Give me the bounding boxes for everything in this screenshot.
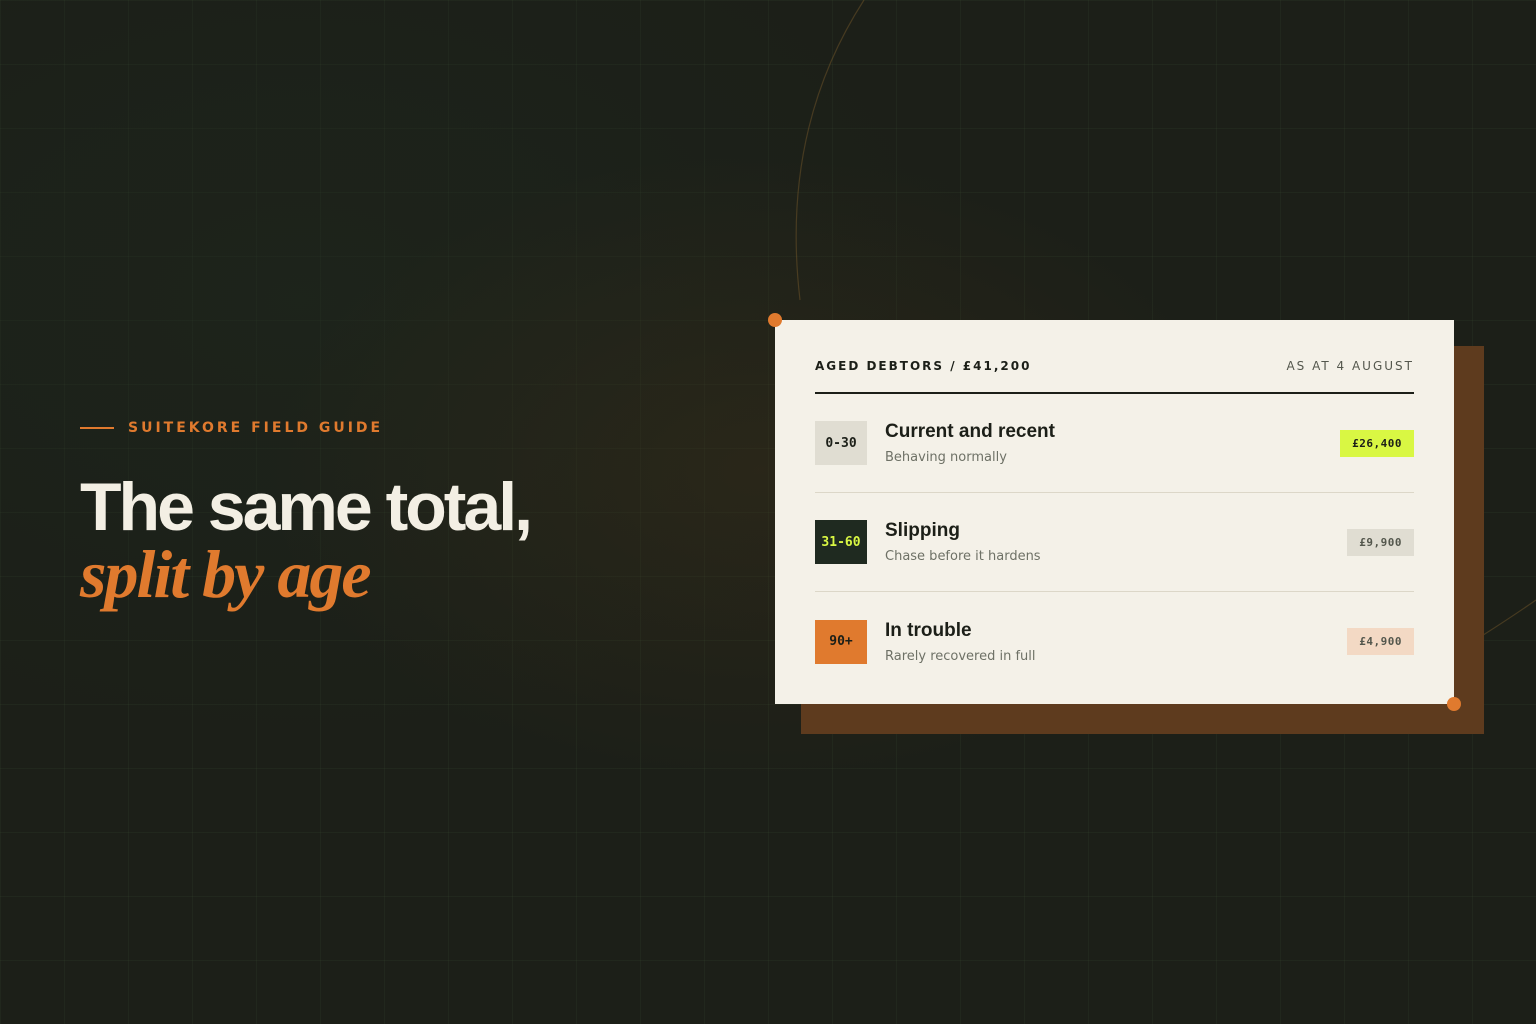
headline: The same total, split by age	[80, 469, 680, 612]
amount-badge: £4,900	[1347, 628, 1414, 655]
age-bucket-chip: 0-30	[815, 421, 867, 465]
amount-badge: £9,900	[1347, 528, 1414, 556]
debtor-row: 90+ In trouble Rarely recovered in full …	[815, 592, 1414, 691]
corner-dot-top-left	[768, 313, 782, 327]
hero-section: SUITEKORE FIELD GUIDE The same total, sp…	[80, 420, 680, 608]
amount-badge: £26,400	[1340, 429, 1414, 457]
card-title: AGED DEBTORS / £41,200	[815, 359, 1032, 373]
row-text: Current and recent Behaving normally	[885, 421, 1340, 465]
row-subtitle: Behaving normally	[885, 450, 1007, 465]
corner-dot-bottom-right	[1447, 697, 1461, 711]
aged-debtors-card: AGED DEBTORS / £41,200 AS AT 4 AUGUST 0-…	[775, 320, 1454, 704]
row-label: Current and recent	[885, 421, 1055, 442]
debtor-row: 31-60 Slipping Chase before it hardens £…	[815, 493, 1414, 592]
row-text: Slipping Chase before it hardens	[885, 520, 1347, 564]
row-subtitle: Rarely recovered in full	[885, 648, 1036, 664]
headline-line-2: split by age	[80, 536, 372, 612]
eyebrow-rule	[80, 427, 114, 429]
card-date: AS AT 4 AUGUST	[1286, 359, 1414, 373]
debtor-row: 0-30 Current and recent Behaving normall…	[815, 394, 1414, 493]
age-bucket-chip: 90+	[815, 619, 867, 664]
eyebrow-text: SUITEKORE FIELD GUIDE	[128, 420, 384, 436]
headline-line-1: The same total,	[80, 469, 533, 545]
row-label: In trouble	[885, 619, 972, 641]
row-text: In trouble Rarely recovered in full	[885, 620, 1347, 664]
age-bucket-chip: 31-60	[815, 520, 867, 564]
card-header: AGED DEBTORS / £41,200 AS AT 4 AUGUST	[815, 356, 1414, 376]
row-label: Slipping	[885, 520, 960, 541]
eyebrow: SUITEKORE FIELD GUIDE	[80, 420, 680, 436]
row-subtitle: Chase before it hardens	[885, 549, 1041, 564]
